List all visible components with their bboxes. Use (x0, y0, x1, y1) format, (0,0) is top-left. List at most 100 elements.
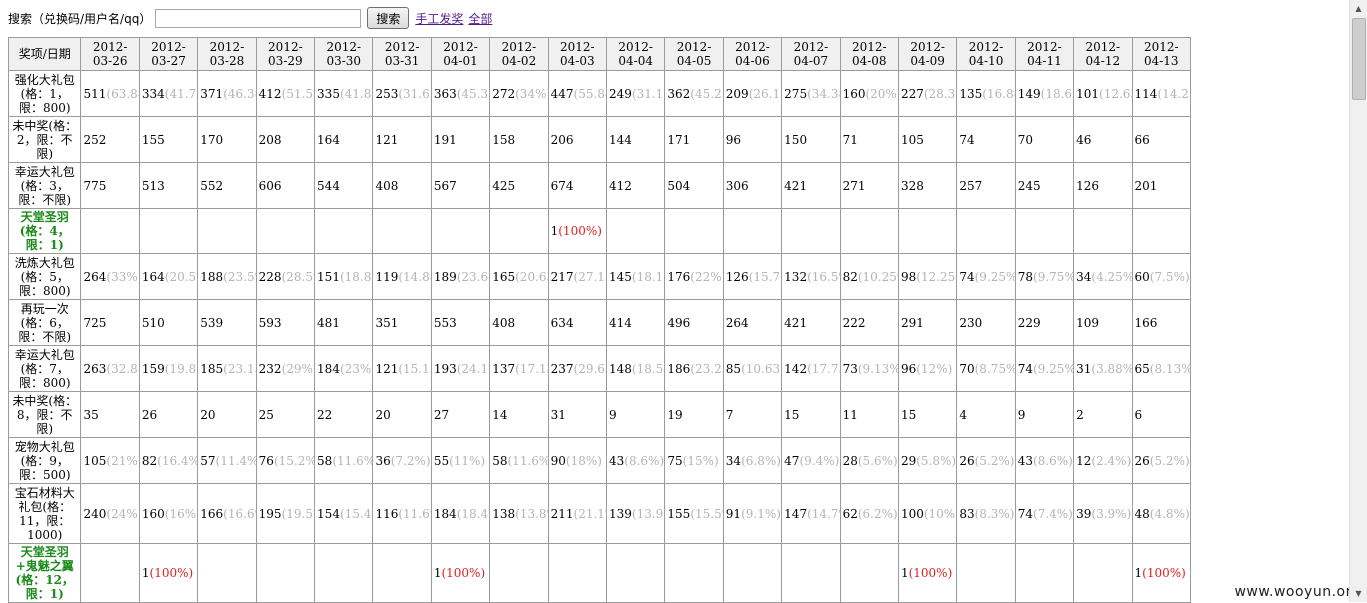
count-cell (781, 543, 841, 603)
prize-name-cell: 幸运大礼包(格：7，限：800) (7, 345, 82, 392)
count-cell: 155 (138, 116, 199, 163)
count-value: 185 (200, 361, 224, 376)
count-cell: 185(23.13%) (197, 345, 257, 392)
search-button[interactable]: 搜索 (367, 7, 410, 29)
percent-value: (12%) (916, 361, 953, 376)
prize-name-cell: 宠物大礼包(格：9，限：500) (7, 437, 82, 484)
count-cell: 414 (605, 299, 666, 346)
percent-value: (12.63%) (1099, 86, 1131, 101)
count-cell: 775 (80, 162, 140, 209)
count-cell: 228(28.5%) (255, 253, 316, 300)
manual-award-link[interactable]: 手工发奖 (415, 10, 463, 27)
count-cell: 351 (372, 299, 432, 346)
count-value: 43 (1017, 453, 1034, 468)
percent-value: (29.63%) (573, 361, 606, 376)
count-value: 634 (550, 315, 574, 330)
count-value: 408 (492, 315, 516, 330)
count-cell: 160(16%) (138, 483, 199, 544)
count-cell: 362(45.25%) (664, 70, 724, 117)
count-cell: 170 (197, 116, 257, 163)
count-value: 139 (609, 506, 632, 521)
count-cell: 335(41.88%) (314, 70, 374, 117)
count-value: 135 (959, 86, 983, 101)
count-value: 7 (725, 407, 734, 422)
count-value: 275 (784, 86, 808, 101)
all-link[interactable]: 全部 (468, 10, 492, 27)
table-row: 幸运大礼包(格：3，限：不限) 775 513 552 606 544 408 567 425 6… (7, 162, 1192, 209)
percent-value: (31.63%) (398, 86, 430, 101)
count-cell: 421 (781, 299, 841, 346)
percent-value: (23.25%) (690, 361, 722, 376)
count-value: 229 (1017, 315, 1041, 330)
triangle-down-icon[interactable]: ▼ (1350, 585, 1367, 602)
count-cell: 57(11.4%) (197, 437, 257, 484)
count-value: 2 (1076, 407, 1084, 422)
count-cell: 85(10.63%) (722, 345, 783, 392)
percent-value: (26.13%) (748, 86, 781, 101)
count-cell (722, 208, 783, 254)
scroll-thumb[interactable] (1352, 18, 1366, 100)
table-row: 宝石材料大礼包(格：11，限：1000) 240(24%) 160(16%) 166(… (7, 483, 1192, 544)
count-value: 9 (1017, 407, 1026, 422)
count-cell: 496 (664, 299, 724, 346)
percent-value: (41.75%) (164, 86, 197, 101)
percent-value: (46.38%) (223, 86, 255, 101)
count-value: 160 (842, 86, 866, 101)
count-value: 82 (141, 453, 158, 468)
count-cell: 43(8.6%) (1014, 437, 1075, 484)
percent-value: (19.5%) (281, 506, 314, 521)
percent-value: (5.6%) (857, 453, 898, 468)
table-row: 洗炼大礼包(格：5，限：800)264(33%)164(20.5%)188(23… (7, 253, 1192, 300)
count-cell: 126(15.75%) (722, 253, 783, 300)
count-value: 91 (725, 506, 742, 521)
percent-value: (8.6%) (1033, 453, 1073, 468)
count-cell: 408 (489, 299, 549, 346)
percent-value: (5.2%) (1149, 453, 1190, 468)
percent-value: (6.8%) (741, 453, 781, 468)
count-value: 76 (258, 453, 274, 468)
count-cell: 26 (138, 391, 199, 438)
count-cell: 275(34.38%) (781, 70, 841, 117)
count-cell (489, 208, 549, 254)
count-value: 138 (492, 506, 516, 521)
count-cell (1014, 543, 1075, 603)
count-cell: 201 (1131, 162, 1192, 209)
count-cell: 109 (1073, 299, 1133, 346)
count-cell (1073, 543, 1133, 603)
count-value: 66 (1134, 132, 1150, 147)
count-value: 211 (550, 506, 574, 521)
date-header: 2012-03-30 (314, 37, 374, 71)
count-cell (1073, 208, 1133, 254)
count-cell (839, 208, 899, 254)
search-input[interactable] (155, 8, 362, 28)
count-value: 11 (842, 407, 858, 422)
prize-name-cell: 宝石材料大礼包(格：11，限：1000) (7, 483, 82, 544)
percent-value: (23.63%) (456, 269, 489, 284)
count-value: 606 (258, 178, 282, 193)
count-value: 62 (842, 506, 858, 521)
count-value: 481 (317, 315, 340, 330)
percent-value: (32.88%) (106, 361, 138, 376)
count-cell (489, 543, 549, 603)
triangle-up-icon[interactable]: ▲ (1350, 0, 1367, 17)
percent-value: (17.13%) (515, 361, 547, 376)
percent-value: (19.88%) (164, 361, 197, 376)
prize-name-cell: 洗炼大礼包(格：5，限：800) (7, 253, 82, 300)
percent-value: (2.4%) (1091, 453, 1132, 468)
count-cell: 4 (956, 391, 1016, 438)
count-value: 328 (900, 178, 924, 193)
percent-value: (21.1%) (573, 506, 606, 521)
corner-header: 奖项/日期 (7, 37, 82, 71)
count-value: 166 (200, 506, 224, 521)
count-value: 147 (784, 506, 808, 521)
count-cell: 606 (255, 162, 316, 209)
percent-value: (13.8%) (515, 506, 547, 521)
count-value: 70 (959, 361, 975, 376)
percent-value: (12.25%) (916, 269, 956, 284)
vertical-scrollbar[interactable]: ▲ ▼ (1349, 0, 1367, 602)
count-cell: 510 (138, 299, 199, 346)
count-cell: 91(9.1%) (722, 483, 783, 544)
count-cell: 9 (605, 391, 666, 438)
percent-value: (7.2%) (390, 453, 431, 468)
percent-value: (34%) (515, 86, 549, 101)
